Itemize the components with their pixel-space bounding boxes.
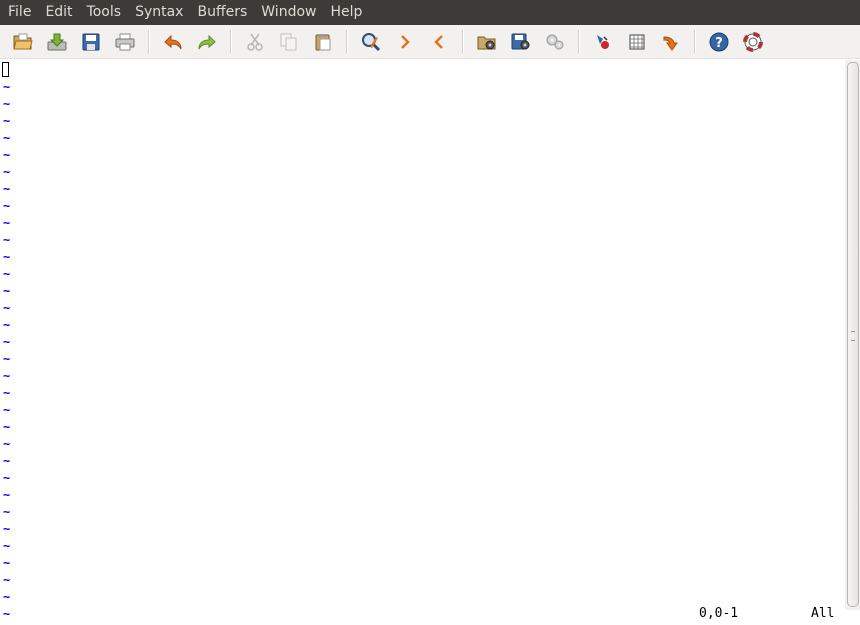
open-icon[interactable] xyxy=(11,30,35,54)
menu-window[interactable]: Window xyxy=(254,0,323,25)
shell-icon[interactable] xyxy=(625,30,649,54)
jump-tag-icon[interactable] xyxy=(659,30,683,54)
ruler: 0,0-1 All xyxy=(0,604,845,625)
print-icon[interactable] xyxy=(113,30,137,54)
scroll-percent: All xyxy=(811,606,835,621)
empty-line-tilde: ~ xyxy=(3,454,11,468)
toolbar-separator xyxy=(694,29,696,54)
cut-icon[interactable] xyxy=(243,30,267,54)
empty-line-tilde: ~ xyxy=(3,267,11,281)
menu-help[interactable]: Help xyxy=(323,0,369,25)
find-prev-icon[interactable] xyxy=(427,30,451,54)
toolbar-separator xyxy=(346,29,348,54)
empty-line-tilde: ~ xyxy=(3,369,11,383)
find-replace-icon[interactable] xyxy=(359,30,383,54)
toolbar-separator xyxy=(230,29,232,54)
save-all-icon[interactable] xyxy=(79,30,103,54)
empty-line-tilde: ~ xyxy=(3,114,11,128)
empty-line-tilde: ~ xyxy=(3,165,11,179)
empty-line-tilde: ~ xyxy=(3,148,11,162)
empty-line-tilde: ~ xyxy=(3,199,11,213)
empty-line-tilde: ~ xyxy=(3,318,11,332)
empty-line-tilde: ~ xyxy=(3,284,11,298)
editor-area[interactable]: ~ ~ ~ ~ ~ ~ ~ ~ ~ ~ ~ ~ ~ ~ ~ ~ ~ ~ ~ ~ ~ ~ ~ ~ ~ ~ ~ ~ ~ ~ ~ ~ xyxy=(0,60,845,621)
save-session-icon[interactable] xyxy=(509,30,533,54)
empty-line-tilde: ~ xyxy=(3,216,11,230)
run-script-icon[interactable] xyxy=(543,30,567,54)
svg-text:?: ? xyxy=(715,36,723,51)
empty-line-tilde: ~ xyxy=(3,505,11,519)
undo-icon[interactable] xyxy=(161,30,185,54)
empty-line-tilde: ~ xyxy=(3,301,11,315)
copy-icon[interactable] xyxy=(277,30,301,54)
menu-file[interactable]: File xyxy=(0,0,38,25)
menu-syntax[interactable]: Syntax xyxy=(128,0,190,25)
empty-line-tilde: ~ xyxy=(3,131,11,145)
empty-line-tilde: ~ xyxy=(3,437,11,451)
save-icon[interactable] xyxy=(45,30,69,54)
empty-line-tilde: ~ xyxy=(3,352,11,366)
text-cursor xyxy=(2,62,9,77)
empty-line-tilde: ~ xyxy=(3,80,11,94)
empty-line-tilde: ~ xyxy=(3,420,11,434)
empty-line-tilde: ~ xyxy=(3,488,11,502)
menu-tools[interactable]: Tools xyxy=(80,0,129,25)
help-icon[interactable]: ? xyxy=(707,30,731,54)
cursor-position: 0,0-1 xyxy=(699,606,739,621)
menu-edit[interactable]: Edit xyxy=(38,0,79,25)
empty-line-tilde: ~ xyxy=(3,522,11,536)
empty-line-tilde: ~ xyxy=(3,403,11,417)
menu-bar: File Edit Tools Syntax Buffers Window He… xyxy=(0,0,860,25)
empty-line-tilde: ~ xyxy=(3,233,11,247)
paste-icon[interactable] xyxy=(311,30,335,54)
toolbar-separator xyxy=(462,29,464,54)
empty-line-markers: ~ ~ ~ ~ ~ ~ ~ ~ ~ ~ ~ ~ ~ ~ ~ ~ ~ ~ ~ ~ ~ ~ ~ ~ ~ ~ ~ ~ ~ ~ ~ ~ xyxy=(3,79,10,623)
empty-line-tilde: ~ xyxy=(3,539,11,553)
vertical-scrollbar[interactable] xyxy=(845,60,860,610)
scrollbar-grip-icon xyxy=(851,331,855,341)
load-session-icon[interactable] xyxy=(475,30,499,54)
empty-line-tilde: ~ xyxy=(3,556,11,570)
menu-buffers[interactable]: Buffers xyxy=(190,0,254,25)
toolbar: ? xyxy=(0,25,860,59)
toolbar-separator xyxy=(578,29,580,54)
empty-line-tilde: ~ xyxy=(3,182,11,196)
make-icon[interactable] xyxy=(591,30,615,54)
empty-line-tilde: ~ xyxy=(3,471,11,485)
find-help-icon[interactable] xyxy=(741,30,765,54)
toolbar-separator xyxy=(148,29,150,54)
empty-line-tilde: ~ xyxy=(3,386,11,400)
empty-line-tilde: ~ xyxy=(3,97,11,111)
empty-line-tilde: ~ xyxy=(3,573,11,587)
scrollbar-thumb[interactable] xyxy=(847,62,859,607)
empty-line-tilde: ~ xyxy=(3,250,11,264)
redo-icon[interactable] xyxy=(195,30,219,54)
find-next-icon[interactable] xyxy=(393,30,417,54)
empty-line-tilde: ~ xyxy=(3,335,11,349)
